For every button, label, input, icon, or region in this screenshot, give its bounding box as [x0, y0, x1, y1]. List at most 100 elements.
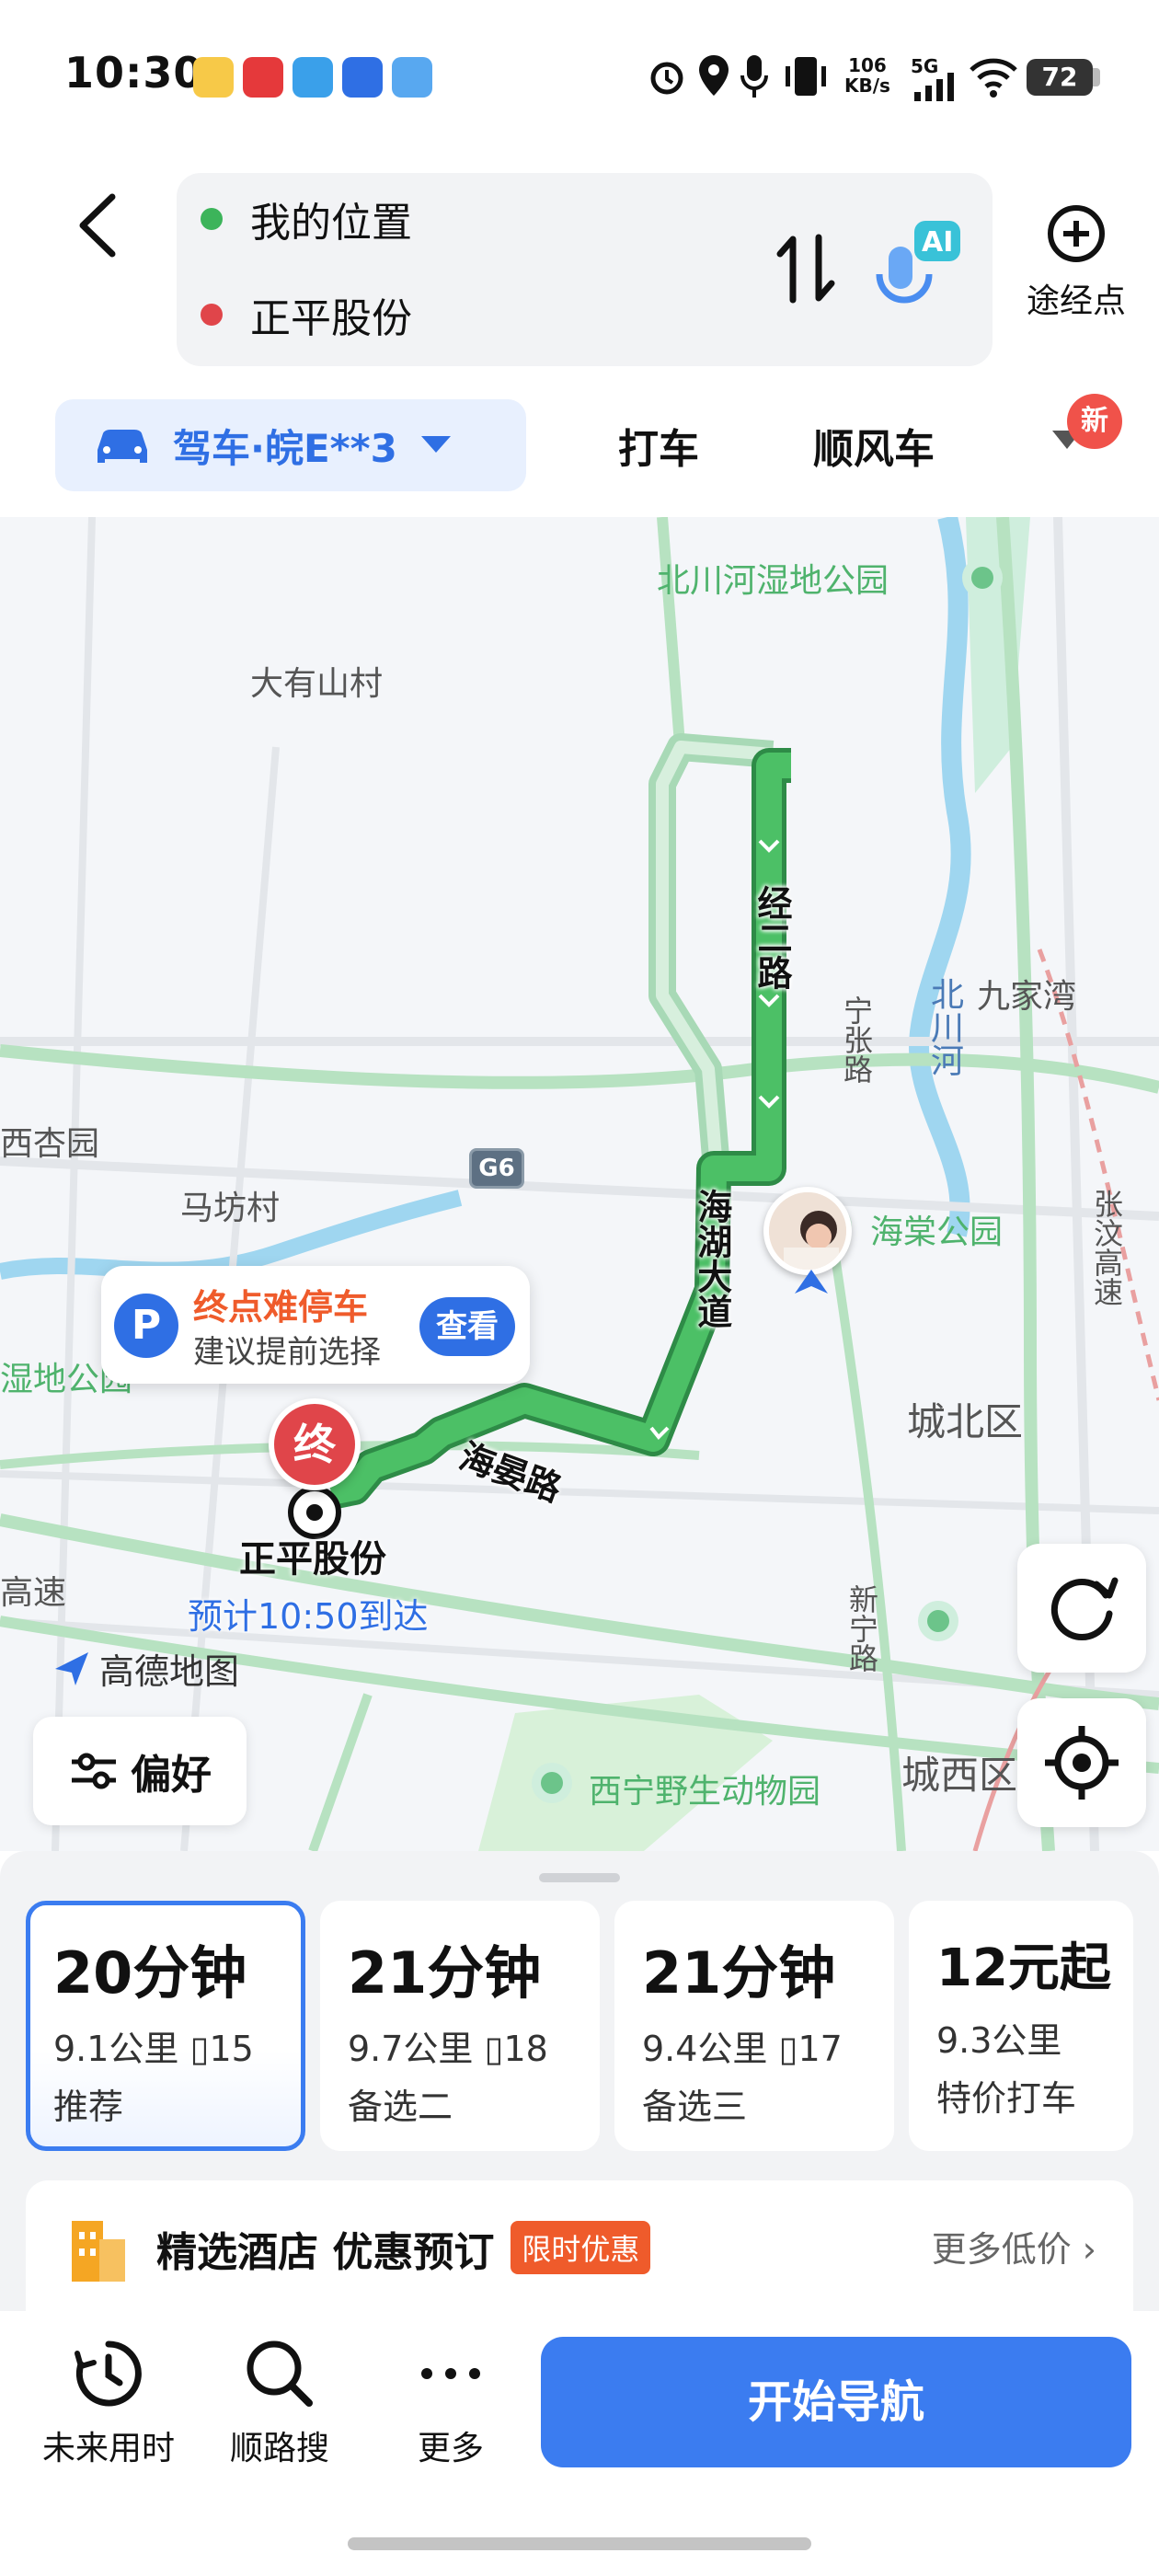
- map-label-chengxi: 城西区: [901, 1753, 1018, 1798]
- ai-voice-button[interactable]: AI: [872, 213, 964, 315]
- battery-level: 72: [1027, 59, 1093, 96]
- app-notification-icon: [193, 57, 234, 98]
- hotel-promo-banner[interactable]: 精选酒店 优惠预订 限时优惠 更多低价 ›: [26, 2180, 1133, 2318]
- destination-pin[interactable]: 终: [269, 1398, 361, 1490]
- route-card-2[interactable]: 21分钟 9.7公里 ▯18 备选二: [320, 1901, 600, 2151]
- route-tag: 备选三: [642, 2087, 748, 2127]
- home-indicator[interactable]: [348, 2537, 811, 2550]
- route-distance: 9.7公里: [348, 2029, 474, 2069]
- hotel-more-link[interactable]: 更多低价 ›: [932, 2221, 1096, 2271]
- alarm-icon: [650, 62, 683, 95]
- app-notification-icon: [392, 57, 432, 98]
- route-duration: 20分钟: [53, 1939, 247, 2007]
- map-label-zhangwen-highway: 张汶高速: [1089, 1189, 1124, 1306]
- route-duration: 21分钟: [348, 1939, 542, 2007]
- map-label-beichuan-river: 北川河: [925, 977, 963, 1076]
- heading-arrow-icon: [795, 1270, 828, 1294]
- user-location-avatar: [763, 1187, 852, 1275]
- more-dots-icon: [421, 2368, 480, 2379]
- map-label-xinning-road: 新宁路: [844, 1584, 879, 1673]
- status-time: 10:30: [64, 48, 204, 98]
- traffic-light-icon: ▯: [189, 2029, 210, 2069]
- taxi-price: 12元起: [936, 1938, 1111, 1998]
- locate-me-button[interactable]: [1017, 1698, 1146, 1827]
- net-speed-value: 106: [848, 54, 887, 76]
- preference-button[interactable]: 偏好: [33, 1717, 247, 1825]
- route-distance: 9.4公里: [642, 2029, 768, 2069]
- destination-dot: [201, 304, 223, 326]
- road-label-jinger: 经二路: [752, 885, 792, 990]
- route-traffic-lights: 15: [209, 2029, 254, 2069]
- hotel-building-icon: [72, 2221, 125, 2282]
- origin-text: 我的位置: [250, 200, 412, 247]
- road-label-haihu: 海湖大道: [691, 1189, 732, 1328]
- swap-route-icon[interactable]: [775, 232, 837, 305]
- hotel-more-label: 更多低价: [931, 2229, 1072, 2270]
- car-icon: [98, 430, 147, 463]
- network-speed: 106 KB/s: [844, 55, 890, 96]
- location-icon: [699, 55, 729, 96]
- more-options-button[interactable]: 更多: [368, 2337, 534, 2469]
- destination-field[interactable]: 正平股份: [177, 269, 820, 361]
- limited-offer-badge: 限时优惠: [511, 2221, 651, 2274]
- route-tag: 备选二: [348, 2087, 453, 2127]
- refresh-button[interactable]: [1017, 1544, 1146, 1673]
- map-label-chengbei: 城北区: [907, 1399, 1024, 1444]
- cellular-signal-icon: [914, 73, 954, 101]
- parking-subtitle: 建议提前选择: [193, 1334, 381, 1371]
- sliders-icon: [72, 1753, 116, 1789]
- origin-dot: [201, 208, 223, 230]
- add-waypoint-button[interactable]: 途经点: [1012, 202, 1141, 340]
- route-distance-lights: 9.1公里 ▯15: [53, 2020, 278, 2071]
- map-label-jiujiawan: 九家湾: [977, 978, 1077, 1016]
- sheet-drag-handle[interactable]: [539, 1873, 620, 1882]
- route-distance: 9.1公里: [53, 2029, 179, 2069]
- drive-mode-selector[interactable]: 驾车·皖E**3: [55, 399, 526, 491]
- route-input-panel: 我的位置 正平股份: [177, 173, 993, 366]
- tab-carpool[interactable]: 顺风车: [813, 416, 935, 475]
- route-card-3[interactable]: 21分钟 9.4公里 ▯17 备选三: [614, 1901, 894, 2151]
- taxi-distance: 9.3公里: [936, 2020, 1062, 2061]
- tab-taxi[interactable]: 打车: [618, 416, 699, 475]
- microphone-icon: [740, 55, 768, 98]
- map-label-ningzhang-road: 宁张路: [839, 995, 874, 1084]
- destination-text: 正平股份: [250, 295, 412, 342]
- eta-label: 预计10:50到达: [188, 1596, 429, 1637]
- map-label-zoo: 西宁野生动物园: [589, 1773, 821, 1811]
- route-card-1[interactable]: 20分钟 9.1公里 ▯15 推荐: [26, 1901, 305, 2151]
- start-navigation-button[interactable]: 开始导航: [541, 2337, 1131, 2467]
- wifi-icon: [970, 58, 1017, 98]
- map-logo-text: 高德地图: [99, 1651, 240, 1692]
- origin-field[interactable]: 我的位置: [177, 173, 820, 265]
- taxi-tag: 特价打车: [936, 2078, 1077, 2119]
- parking-icon: P: [114, 1294, 178, 1358]
- parking-tip-card[interactable]: P 终点难停车 建议提前选择 查看: [101, 1266, 530, 1384]
- chevron-down-icon: [420, 436, 451, 453]
- drive-mode-label: 驾车·皖E**3: [173, 425, 397, 471]
- waypoint-label: 途经点: [1026, 282, 1126, 320]
- traffic-light-icon: ▯: [778, 2029, 798, 2069]
- map-label-highway-left: 高速: [0, 1574, 67, 1612]
- future-time-button[interactable]: 未来用时: [26, 2337, 191, 2469]
- taxi-offer-card[interactable]: 12元起 9.3公里 特价打车: [909, 1901, 1133, 2151]
- more-options-label: 更多: [417, 2430, 484, 2467]
- ai-badge: AI: [922, 226, 954, 259]
- back-arrow-icon[interactable]: [64, 184, 129, 267]
- along-route-search-button[interactable]: 顺路搜: [197, 2337, 362, 2469]
- search-icon: [247, 2340, 313, 2407]
- app-notification-icon: [293, 57, 333, 98]
- net-speed-unit: KB/s: [844, 75, 890, 97]
- g6-highway-shield: G6: [469, 1148, 524, 1189]
- route-duration: 21分钟: [642, 1939, 836, 2007]
- future-time-label: 未来用时: [41, 2430, 175, 2467]
- crosshair-icon: [1045, 1726, 1119, 1800]
- status-bar: 10:30 106 KB/s 5G 72: [0, 0, 1159, 156]
- vibrate-icon: [786, 57, 826, 96]
- map-label-xixingyuan: 西杏园: [0, 1125, 100, 1163]
- parking-view-button[interactable]: 查看: [419, 1297, 515, 1356]
- destination-label: 正平股份: [239, 1538, 386, 1581]
- preference-label: 偏好: [131, 1752, 212, 1799]
- map-logo: 高德地图: [52, 1643, 239, 1694]
- route-distance-lights: 9.4公里 ▯17: [642, 2020, 866, 2071]
- route-distance-lights: 9.7公里 ▯18: [348, 2020, 572, 2071]
